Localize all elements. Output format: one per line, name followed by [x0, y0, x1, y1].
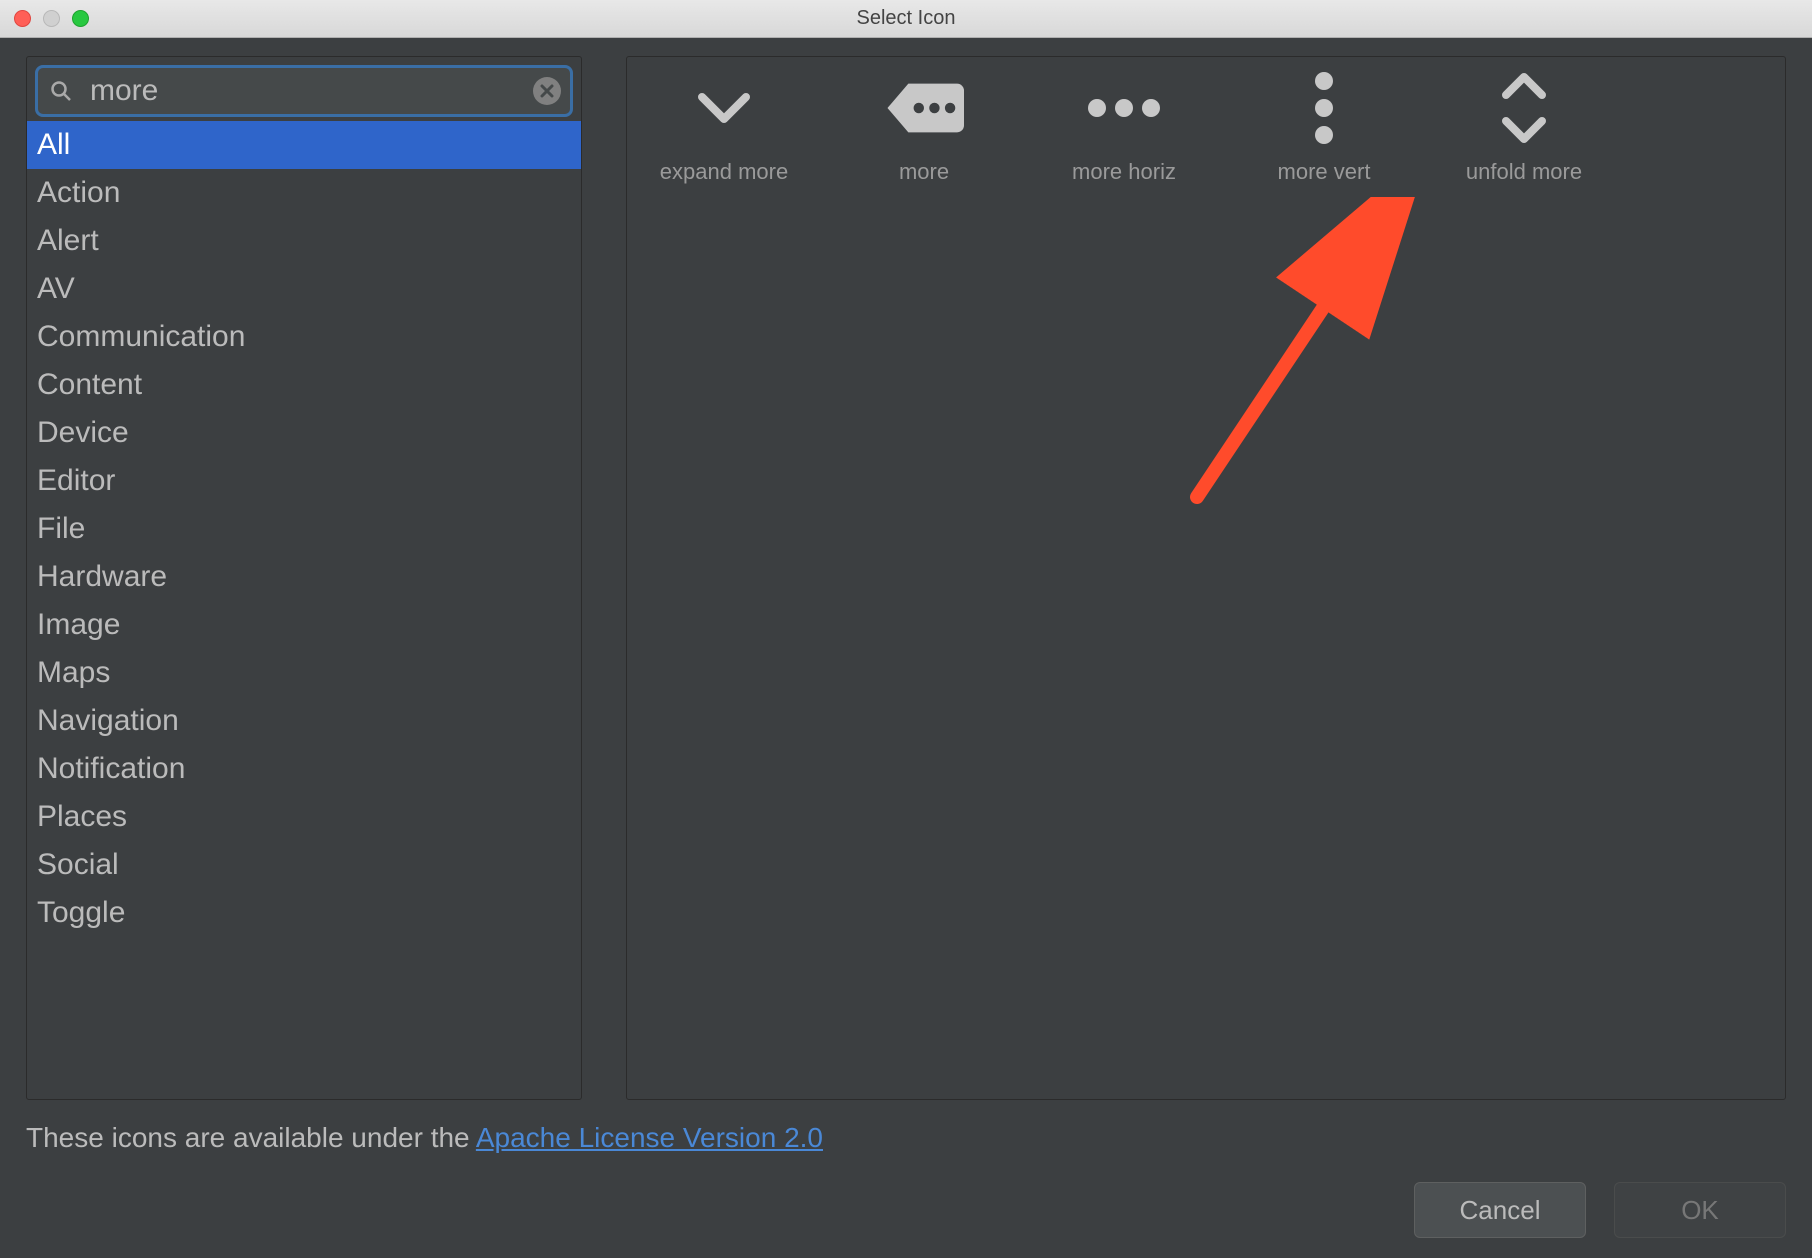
- category-item-maps[interactable]: Maps: [27, 649, 581, 697]
- license-link[interactable]: Apache License Version 2.0: [476, 1122, 823, 1153]
- category-item-toggle[interactable]: Toggle: [27, 889, 581, 937]
- window-title: Select Icon: [0, 7, 1812, 30]
- zoom-window-button[interactable]: [72, 10, 89, 27]
- icon-label: more: [899, 159, 949, 185]
- category-item-places[interactable]: Places: [27, 793, 581, 841]
- icon-item-more-vert[interactable]: more vert: [1249, 73, 1399, 185]
- icon-label: more vert: [1278, 159, 1371, 185]
- category-item-av[interactable]: AV: [27, 265, 581, 313]
- ok-button[interactable]: OK: [1614, 1182, 1786, 1238]
- category-item-communication[interactable]: Communication: [27, 313, 581, 361]
- category-item-social[interactable]: Social: [27, 841, 581, 889]
- category-item-action[interactable]: Action: [27, 169, 581, 217]
- window-controls: [14, 10, 89, 27]
- category-list[interactable]: AllActionAlertAVCommunicationContentDevi…: [27, 121, 581, 1099]
- category-item-editor[interactable]: Editor: [27, 457, 581, 505]
- expand-more-icon: [684, 73, 764, 143]
- category-item-notification[interactable]: Notification: [27, 745, 581, 793]
- more-horiz-icon: [1084, 73, 1164, 143]
- close-window-button[interactable]: [14, 10, 31, 27]
- dialog-buttons: Cancel OK: [26, 1182, 1786, 1238]
- dialog-body: AllActionAlertAVCommunicationContentDevi…: [0, 38, 1812, 1258]
- category-item-alert[interactable]: Alert: [27, 217, 581, 265]
- category-item-file[interactable]: File: [27, 505, 581, 553]
- category-item-device[interactable]: Device: [27, 409, 581, 457]
- panes: AllActionAlertAVCommunicationContentDevi…: [26, 56, 1786, 1100]
- license-note: These icons are available under the Apac…: [26, 1122, 1786, 1154]
- icon-grid: expand more more more horiz more vert unfold…: [627, 57, 1785, 201]
- annotation-arrow: [1167, 197, 1427, 517]
- icon-item-more-horiz[interactable]: more horiz: [1049, 73, 1199, 185]
- search-icon: [49, 79, 73, 103]
- clear-search-icon[interactable]: [533, 77, 561, 105]
- minimize-window-button[interactable]: [43, 10, 60, 27]
- more-vert-icon: [1284, 73, 1364, 143]
- category-item-hardware[interactable]: Hardware: [27, 553, 581, 601]
- icon-item-more[interactable]: more: [849, 73, 999, 185]
- category-item-image[interactable]: Image: [27, 601, 581, 649]
- icon-results-pane: expand more more more horiz more vert unfold…: [626, 56, 1786, 1100]
- category-item-content[interactable]: Content: [27, 361, 581, 409]
- icon-label: expand more: [660, 159, 788, 185]
- category-item-all[interactable]: All: [27, 121, 581, 169]
- icon-label: more horiz: [1072, 159, 1176, 185]
- icon-label: unfold more: [1466, 159, 1582, 185]
- unfold-more-icon: [1484, 73, 1564, 143]
- icon-item-unfold-more[interactable]: unfold more: [1449, 73, 1599, 185]
- search-input[interactable]: [35, 65, 573, 117]
- titlebar: Select Icon: [0, 0, 1812, 38]
- search-field-wrap: [35, 65, 573, 117]
- more-icon: [884, 73, 964, 143]
- icon-item-expand-more[interactable]: expand more: [649, 73, 799, 185]
- left-pane: AllActionAlertAVCommunicationContentDevi…: [26, 56, 582, 1100]
- category-item-navigation[interactable]: Navigation: [27, 697, 581, 745]
- license-prefix: These icons are available under the: [26, 1122, 476, 1153]
- cancel-button[interactable]: Cancel: [1414, 1182, 1586, 1238]
